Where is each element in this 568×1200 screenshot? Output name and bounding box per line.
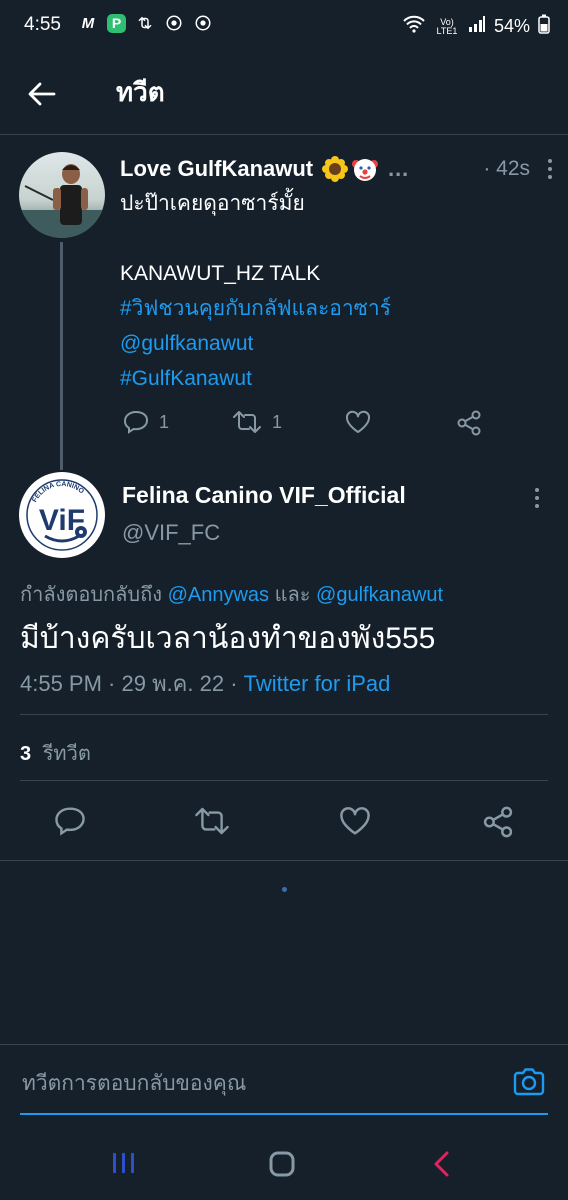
avatar[interactable]: FELINA CANINO ViF [19,472,105,558]
chrome-icon [193,13,213,33]
retweet-stats[interactable]: 3 รีทวีต [20,737,91,769]
chevron-left-icon [434,1151,449,1177]
reply-button[interactable]: 1 [123,410,169,434]
notification-icons: M P [78,13,213,33]
reply-icon [123,410,149,434]
share-button[interactable] [456,410,482,436]
share-icon [457,410,481,436]
reply-button[interactable] [54,806,86,841]
retweet-count: 1 [272,411,283,432]
like-button[interactable] [345,410,371,434]
tweet-timestamp-row: 4:55 PM · 29 พ.ค. 22 · Twitter for iPad [20,666,390,701]
clown-face-icon [352,159,379,181]
system-nav-bar [0,1128,568,1200]
top-app-bar: ทวีต [0,52,568,135]
reply-composer [0,1044,568,1129]
more-options-icon[interactable] [540,159,560,179]
retweet-stat-count: 3 [20,743,32,765]
back-button[interactable] [20,72,64,116]
replying-and: และ [274,584,311,606]
arrow-left-icon [28,82,56,106]
loading-indicator [282,887,287,892]
status-time: 4:55 [24,14,61,35]
retweet-button[interactable]: 1 [232,410,282,434]
share-button[interactable] [482,806,514,843]
main-tweet-text: มีบ้างครับเวลาน้องทำของพัง555 [20,622,436,655]
wifi-icon [402,14,426,39]
author-handle[interactable]: @VIF_FC [122,520,220,546]
tweet-header: Love GulfKanawut … · 42s [120,153,560,185]
home-icon [269,1151,295,1177]
divider [0,860,568,861]
reply-count: 1 [159,411,170,432]
camera-icon [513,1068,545,1096]
author-name[interactable]: Felina Canino VIF_Official [122,482,406,509]
chrome-icon [164,13,184,33]
retweet-button[interactable] [194,806,230,841]
page-title: ทวีต [116,77,165,107]
divider [20,714,548,715]
name-truncation: … [387,156,410,181]
battery-percent: 54% [493,16,530,36]
retweet-icon [195,807,229,835]
tweet-line: ปะป๊าเคยดุอาซาร์มั้ย [120,192,305,215]
author-emojis [321,155,379,183]
mention-link[interactable]: @gulfkanawut [120,326,550,361]
main-tweet-actions [0,800,568,846]
sync-icon [135,13,155,33]
camera-button[interactable] [512,1067,546,1102]
retweet-stat-label: รีทวีต [42,743,91,765]
home-button[interactable] [268,1150,296,1183]
status-bar: 4:55 M P Vo) LTE1 54% [0,0,568,52]
reply-icon [55,807,85,836]
back-nav-button[interactable] [430,1150,454,1183]
system-status: Vo) LTE1 54% [402,14,550,39]
tweet-timestamp[interactable]: 4:55 PM · 29 พ.ค. 22 · [20,671,238,696]
recent-apps-icon [113,1153,134,1173]
reply-input[interactable] [20,1071,494,1097]
retweet-icon [233,411,261,433]
battery-icon [538,14,550,39]
more-options-icon[interactable] [527,488,547,508]
app-p-icon: P [107,13,126,33]
replying-user-link[interactable]: @gulfkanawut [316,584,443,606]
tweet-text: ปะป๊าเคยดุอาซาร์มั้ย KANAWUT_HZ TALK #วิ… [120,186,550,396]
heart-icon [340,807,370,835]
signal-icon [468,15,486,38]
gmail-icon: M [81,14,95,32]
replying-to: กำลังตอบกลับถึง @Annywas และ @gulfkanawu… [20,578,443,610]
like-button[interactable] [339,806,371,841]
thread-connector [60,242,63,470]
network-type: Vo) LTE1 [436,16,458,36]
tweet-actions: 1 1 [120,408,490,438]
reply-input-underline [20,1113,548,1115]
replying-user-link[interactable]: @Annywas [168,584,269,606]
avatar[interactable] [19,152,105,238]
tweet-time: · 42s [483,157,530,180]
divider [20,780,548,781]
tweet-line: KANAWUT_HZ TALK [120,262,321,285]
sunflower-icon [322,156,349,182]
share-icon [483,806,513,838]
replying-prefix: กำลังตอบกลับถึง [20,584,162,606]
recent-apps-button[interactable] [110,1150,138,1181]
hashtag-link[interactable]: #วิฟชวนคุยกับกลัฟและอาซาร์ [120,291,550,326]
hashtag-link[interactable]: #GulfKanawut [120,361,550,396]
author-name[interactable]: Love GulfKanawut [120,156,313,182]
tweet-source[interactable]: Twitter for iPad [244,671,391,696]
heart-icon [345,410,371,433]
